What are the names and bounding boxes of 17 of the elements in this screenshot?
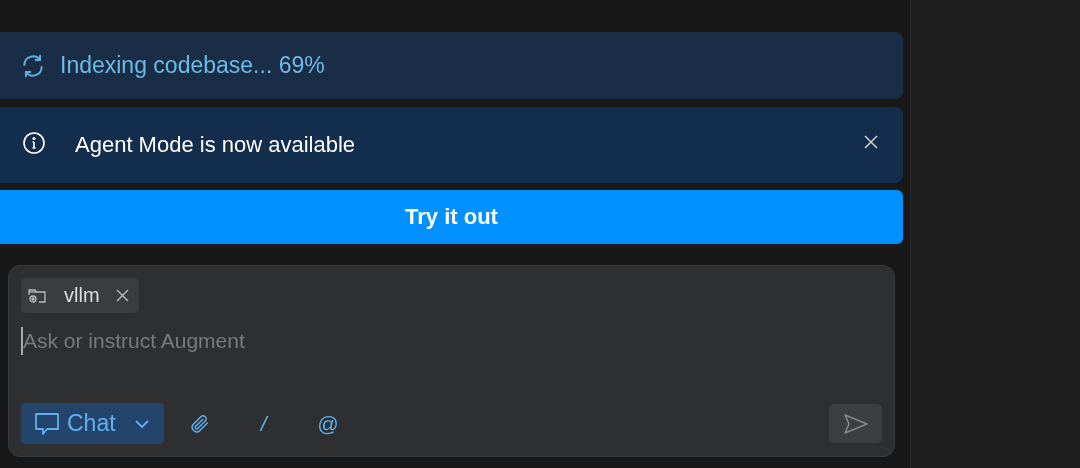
send-icon bbox=[841, 411, 870, 436]
send-button[interactable] bbox=[829, 404, 882, 443]
folder-icon bbox=[28, 286, 48, 305]
chevron-icon bbox=[133, 418, 150, 429]
indexing-status: Indexing codebase... 69% bbox=[60, 52, 325, 79]
notice-text: Agent Mode is now available bbox=[75, 132, 357, 158]
context-chip[interactable]: vllm bbox=[21, 278, 139, 313]
chat-bubble-icon bbox=[33, 410, 61, 437]
mode-dropdown[interactable]: Chat bbox=[21, 403, 164, 444]
prompt-input[interactable]: Ask or instruct Augment bbox=[21, 327, 882, 355]
remove-icon[interactable] bbox=[115, 289, 129, 302]
info-icon bbox=[22, 131, 46, 155]
try-button[interactable]: Try it out bbox=[0, 190, 903, 244]
command-button[interactable]: @ bbox=[299, 403, 356, 444]
command-button[interactable]: / bbox=[235, 403, 292, 444]
sync-icon bbox=[20, 52, 46, 79]
paperclip-icon bbox=[188, 412, 211, 435]
